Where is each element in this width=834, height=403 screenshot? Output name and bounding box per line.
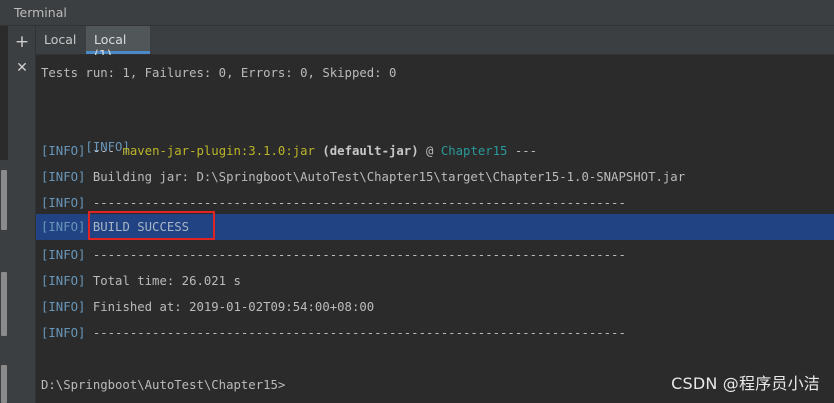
session-tabs: Local Local (1)	[36, 26, 834, 62]
info-tag: [INFO]	[41, 326, 86, 340]
plugin-suffix: ---	[507, 144, 538, 158]
new-session-button[interactable]: +	[13, 33, 31, 51]
plus-icon: +	[14, 31, 30, 52]
tool-window-header: Terminal	[0, 0, 834, 26]
tool-window-title: Terminal	[14, 5, 67, 20]
close-icon: ✕	[16, 60, 28, 76]
building-jar-line: [INFO] Building jar: D:\Springboot\AutoT…	[41, 166, 685, 188]
plugin-line: [INFO] --- maven-jar-plugin:3.1.0:jar (d…	[41, 140, 537, 162]
terminal-output[interactable]: Tests run: 1, Failures: 0, Errors: 0, Sk…	[36, 55, 834, 403]
info-tag: [INFO]	[41, 248, 86, 262]
info-tag: [INFO]	[41, 220, 86, 234]
favorites-stripe-button[interactable]	[1, 272, 7, 336]
plugin-prefix: ---	[85, 144, 123, 158]
tab-local-1[interactable]: Local (1)	[86, 26, 150, 62]
shell-prompt-line[interactable]: D:\Springboot\AutoTest\Chapter15>	[41, 374, 285, 396]
building-jar-text: Building jar: D:\Springboot\AutoTest\Cha…	[85, 170, 686, 184]
tab-local[interactable]: Local	[36, 26, 82, 54]
info-tag: [INFO]	[41, 196, 86, 210]
build-success-text: BUILD SUCCESS	[85, 220, 190, 234]
terminal-toolstrip: + ✕	[8, 26, 36, 403]
separator-line: [INFO] ---------------------------------…	[41, 322, 626, 344]
separator-line: [INFO] ---------------------------------…	[41, 244, 626, 266]
build-success-line: [INFO] BUILD SUCCESS	[36, 214, 834, 240]
separator-text: ----------------------------------------…	[85, 326, 626, 340]
info-tag: [INFO]	[41, 300, 86, 314]
finished-at-line: [INFO] Finished at: 2019-01-02T09:54:00+…	[41, 296, 374, 318]
info-tag: [INFO]	[41, 144, 86, 158]
info-line: [INFO]	[41, 114, 129, 154]
plugin-name: maven-jar-plugin:3.1.0:jar	[122, 144, 315, 158]
separator-text: ----------------------------------------…	[85, 196, 626, 210]
finished-at-text: Finished at: 2019-01-02T09:54:00+08:00	[85, 300, 375, 314]
structure-stripe-button[interactable]	[1, 170, 7, 230]
total-time-text: Total time: 26.021 s	[85, 274, 241, 288]
separator-text: ----------------------------------------…	[85, 248, 626, 262]
tests-summary-line: Tests run: 1, Failures: 0, Errors: 0, Sk…	[41, 66, 397, 80]
web-stripe-button[interactable]	[1, 365, 7, 403]
csdn-watermark: CSDN @程序员小洁	[671, 374, 820, 393]
close-session-button[interactable]: ✕	[13, 59, 31, 77]
separator-line: [INFO] ---------------------------------…	[41, 192, 626, 214]
info-tag: [INFO]	[41, 274, 86, 288]
plugin-execution: (default-jar)	[314, 144, 419, 158]
terminal-window: Terminal + ✕ Local Local (1) Tests run: …	[0, 0, 834, 403]
info-tag: [INFO]	[41, 170, 86, 184]
project-name: Chapter15	[440, 144, 508, 158]
total-time-line: [INFO] Total time: 26.021 s	[41, 270, 241, 292]
plugin-at: @	[418, 144, 441, 158]
